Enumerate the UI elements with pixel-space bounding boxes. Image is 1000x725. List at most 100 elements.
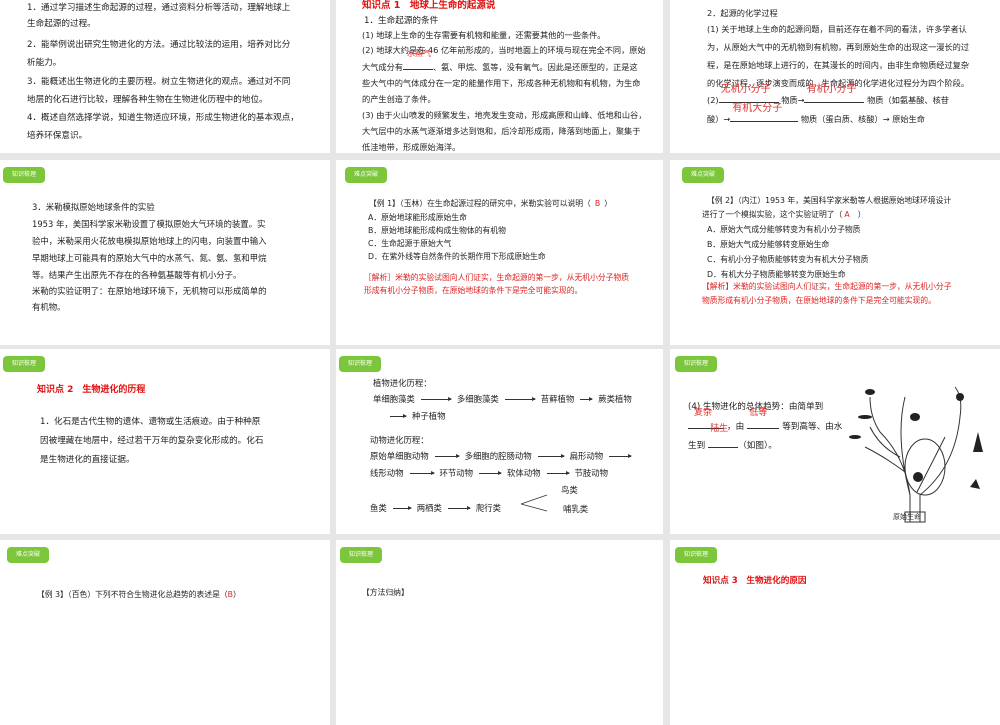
- fill-blank: 有机大分子: [730, 103, 799, 122]
- objective-line: 3．能概述出生物进化的主要历程。树立生物进化的观点。通过对不同: [27, 77, 291, 87]
- section-heading: 知识点 2 生物进化的历程: [37, 385, 146, 395]
- animal-stage: 哺乳类: [563, 504, 589, 514]
- fill-blank: 有机小分子: [804, 84, 865, 103]
- animal-stage: 软体动物: [507, 468, 541, 478]
- option-d: D．在紫外线等自然条件的长期作用下形成原始生命: [368, 252, 546, 261]
- answer: 陆生: [710, 424, 729, 434]
- plant-chain: 种子植物: [384, 407, 446, 426]
- section-badge: 知识梳理: [340, 547, 383, 563]
- text: 物质→: [781, 95, 805, 105]
- vertebrate-chain: 鱼类 两栖类 爬行类: [370, 499, 501, 518]
- animal-stage: 多细胞的腔肠动物: [464, 451, 532, 461]
- question: 【例 3】（百色）下列不符合生物进化总趋势的表述是（B）: [37, 585, 241, 604]
- text: 物质（如氨基酸、核苷: [867, 95, 949, 105]
- text: ）: [233, 590, 241, 599]
- objective-line: 培养环保意识。: [27, 131, 88, 141]
- explanation: 形成有机小分子物质，在原始地球的条件下是完全可能实现的。: [364, 286, 583, 295]
- evolution-tree-diagram: 原始生命: [849, 386, 983, 523]
- text-line: 1．化石是古代生物的遗体、遗物或生活痕迹。由于种种原: [40, 417, 261, 427]
- slide-example-2: 难点突破 【例 2】（内江）1953 年，美国科学家米勒等人根据原始地球环境设计…: [670, 160, 1000, 345]
- text-line: 生到 陆生 （如图）。: [688, 424, 777, 456]
- arrow-icon: [420, 397, 452, 401]
- animal-stage: 鱼类: [370, 503, 387, 513]
- plant-stage: 多细胞藻类: [456, 394, 499, 404]
- arrow-icon: [409, 471, 435, 475]
- arrow-icon: [546, 471, 570, 475]
- slide-evolution-causes: 知识梳理 知识点 3 生物进化的原因: [670, 540, 1000, 725]
- objective-line: 析能力。: [27, 58, 62, 68]
- arrow-icon: [479, 471, 502, 475]
- text: 物质（蛋白质、核酸）→ 原始生命: [800, 114, 925, 124]
- text: (2): [707, 95, 719, 105]
- text-line: 程，是在原始地球上进行的，在其漫长的时间内，由非生命物质经过复杂: [707, 60, 970, 70]
- plant-stage: 种子植物: [412, 411, 446, 421]
- slide-evolution-history: 知识梳理 知识点 2 生物进化的历程 1．化石是古代生物的遗体、遗物或生活痕迹。…: [0, 349, 330, 534]
- text-line: 有机物。: [32, 302, 66, 312]
- question-text: 【例 1】（玉林）在生命起源过程的研究中，米勒实验可以说明（: [369, 199, 591, 208]
- animal-stage: 扁形动物: [569, 451, 604, 461]
- slide-evolution-paths: 知识梳理 植物进化历程： 单细胞藻类 多细胞藻类 苔藓植物 蕨类植物 种子植物 动物进…: [336, 349, 663, 534]
- arrow-icon: [580, 397, 594, 401]
- arrow-icon: [537, 454, 565, 458]
- slide-method-summary: 知识梳理 【方法归纳】: [336, 540, 663, 725]
- plant-stage: 苔藓植物: [540, 394, 575, 404]
- section-badge: 难点突破: [682, 167, 725, 183]
- slide-origin-conditions: 知识点 1 地球上生命的起源说 1．生命起源的条件 (1) 地球上生命的生存需要…: [336, 0, 663, 153]
- text-line: (1) 关于地球上生命的起源问题，目前还存在着不同的看法，许多学者认: [707, 24, 967, 34]
- explanation: 物质形成有机小分子物质，在原始地球的条件下是完全可能实现的。: [702, 296, 936, 305]
- text: （如图）。: [738, 441, 777, 451]
- answer: 有机小分子: [806, 84, 857, 95]
- section-badge: 知识梳理: [675, 547, 718, 563]
- objective-line: 生命起源的过程。: [27, 19, 96, 29]
- slide-example-1: 难点突破 【例 1】（玉林）在生命起源过程的研究中，米勒实验可以说明（ B） A．…: [336, 160, 663, 345]
- question-text: 进行了一个模拟实验，这个实验证明了（: [702, 210, 843, 219]
- branch-arrows-icon: [520, 494, 548, 512]
- animal-stage: 鸟类: [561, 485, 578, 495]
- text: ）: [604, 199, 613, 208]
- tree-root-label: 原始生命: [893, 512, 921, 521]
- text: 生到: [688, 441, 706, 451]
- text: 等到高等、由水: [782, 422, 843, 432]
- text-line: 因被埋藏在地层中，经过若干万年的复杂变化形成的。化石: [40, 436, 264, 446]
- slide-chemical-process: 2．起源的化学过程 (1) 关于地球上生命的起源问题，目前还存在着不同的看法，许…: [670, 0, 1000, 153]
- text-line: 为，从原始大气中的无机物到有机物，再到原始生命的出现这一漫长的过: [707, 42, 970, 52]
- arrow-icon: [504, 397, 536, 401]
- text-line: 低洼地带，形成原始海洋。: [362, 142, 461, 152]
- section-badge: 知识梳理: [3, 356, 46, 372]
- fill-blank: 低等: [747, 408, 780, 429]
- answer: 低等: [749, 408, 768, 418]
- slide-example-3: 难点突破 【例 3】（百色）下列不符合生物进化总趋势的表述是（B）: [0, 540, 330, 725]
- animal-stage: 爬行类: [475, 503, 501, 513]
- text: 、氨、甲烷、氢等，没有氧气。因此是还原型的，正是这: [432, 62, 638, 72]
- animal-stage: 节肢动物: [574, 468, 609, 478]
- answer: 有机大分子: [732, 103, 783, 114]
- objective-line: 地层的化石进行比较，理解各种生物在生物进化历程中的地位。: [27, 95, 268, 105]
- arrow-icon: [390, 414, 407, 418]
- arrow-icon: [609, 454, 633, 458]
- section-badge: 难点突破: [345, 167, 388, 183]
- question-text: 【例 3】（百色）下列不符合生物进化总趋势的表述是（: [37, 590, 228, 599]
- section-badge: 知识梳理: [339, 356, 382, 372]
- section-badge: 难点突破: [7, 547, 50, 563]
- animal-stage: 环节动物: [439, 468, 474, 478]
- answer: A: [844, 210, 850, 219]
- plant-stage: 蕨类植物: [598, 394, 632, 404]
- plant-stage: 单细胞藻类: [373, 394, 415, 404]
- section-badge: 知识梳理: [675, 356, 718, 372]
- answer: B: [594, 199, 601, 208]
- answer: 无机小分子: [720, 84, 771, 95]
- fill-blank: 陆生: [708, 424, 739, 448]
- slide-miller-experiment: 知识梳理 3．米勒模拟原始地球条件的实验 1953 年，美国科学家米勒设置了模拟…: [0, 160, 330, 345]
- text: 酸）→: [707, 114, 731, 124]
- answer: 水蒸气: [406, 49, 431, 58]
- slide-evolution-trend: 知识梳理 (4) 生物进化的总体趋势：由简单到 复杂 ，由 低等 等到高等、由水 生到…: [670, 349, 1000, 534]
- section-badge: 知识梳理: [3, 167, 46, 183]
- arrow-icon: [392, 506, 412, 510]
- animal-stage: 线形动物: [370, 468, 404, 478]
- text-line: 酸）→ 有机大分子 物质（蛋白质、核酸）→ 原始生命: [707, 103, 925, 129]
- arrow-icon: [447, 506, 471, 510]
- text: ，由: [727, 422, 745, 432]
- text-line: 米勒的实验证明了：在原始地球环境下，无机物可以形成简单的: [32, 286, 267, 296]
- text: ）: [857, 210, 866, 219]
- slide-objectives: 1．通过学习描述生命起源的过程，通过资料分析等活动，理解地球上 生命起源的过程。…: [0, 0, 330, 153]
